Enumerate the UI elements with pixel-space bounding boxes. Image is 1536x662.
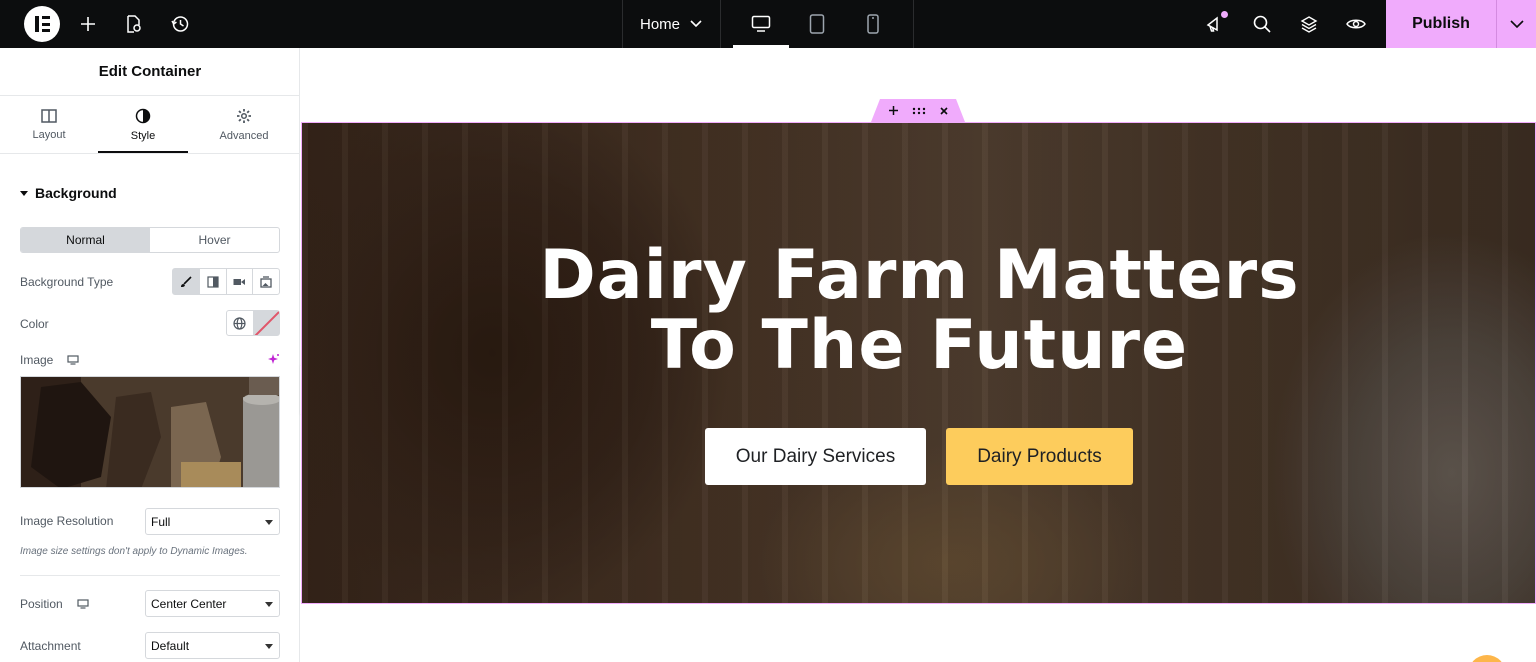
- caret-down-icon: [20, 190, 28, 196]
- image-resolution-select[interactable]: Full: [145, 508, 280, 535]
- bg-gradient-button[interactable]: [200, 269, 227, 294]
- chevron-down-icon: [1509, 20, 1524, 28]
- panel-title: Edit Container: [0, 48, 299, 96]
- structure-icon[interactable]: [1297, 12, 1321, 36]
- notification-dot: [1221, 11, 1228, 18]
- divider: [913, 0, 914, 48]
- normal-state-button[interactable]: Normal: [21, 228, 150, 252]
- position-label: Position: [20, 597, 63, 611]
- video-icon: [233, 278, 246, 285]
- publish-options-button[interactable]: [1496, 0, 1536, 48]
- container-handle[interactable]: [871, 99, 965, 122]
- globe-icon: [233, 316, 246, 330]
- search-icon[interactable]: [1250, 12, 1274, 36]
- attachment-label: Attachment: [20, 639, 81, 653]
- our-dairy-services-button[interactable]: Our Dairy Services: [705, 428, 926, 485]
- brush-icon: [180, 275, 192, 287]
- global-colors-button[interactable]: [227, 311, 253, 335]
- state-toggle: Normal Hover: [20, 227, 280, 253]
- chevron-down-icon: [690, 20, 702, 28]
- tab-layout-label: Layout: [32, 129, 66, 141]
- slideshow-icon: [260, 275, 272, 288]
- drag-handle-icon[interactable]: [912, 107, 926, 115]
- hover-state-button[interactable]: Hover: [150, 228, 279, 252]
- background-type-control: [172, 268, 280, 295]
- history-icon[interactable]: [168, 12, 192, 36]
- tab-layout[interactable]: Layout: [0, 96, 98, 154]
- mobile-icon[interactable]: [861, 12, 885, 36]
- gradient-icon: [207, 275, 219, 288]
- ai-sparkle-icon[interactable]: [266, 353, 280, 372]
- divider: [720, 0, 721, 48]
- background-type-label: Background Type: [20, 275, 114, 289]
- color-swatch[interactable]: [252, 311, 279, 335]
- page-selector-label: Home: [640, 15, 681, 33]
- dairy-products-button[interactable]: Dairy Products: [946, 428, 1133, 485]
- tablet-icon[interactable]: [805, 12, 829, 36]
- add-icon[interactable]: [888, 106, 898, 115]
- add-icon[interactable]: [76, 12, 100, 36]
- attachment-select[interactable]: Default: [145, 632, 280, 659]
- page-selector[interactable]: Home: [640, 0, 702, 48]
- background-section-toggle[interactable]: Background: [20, 185, 117, 201]
- close-icon[interactable]: [939, 106, 948, 115]
- position-label-row: Position: [20, 597, 89, 611]
- layout-icon: [41, 109, 57, 123]
- divider: [622, 0, 623, 48]
- contrast-icon: [135, 108, 151, 124]
- tab-advanced-label: Advanced: [219, 130, 269, 142]
- dynamic-images-note: Image size settings don't apply to Dynam…: [20, 546, 248, 557]
- bg-classic-button[interactable]: [173, 269, 200, 294]
- publish-button[interactable]: Publish: [1386, 0, 1496, 48]
- elementor-logo-icon[interactable]: [24, 6, 60, 42]
- top-bar: Home Publish: [0, 0, 1536, 48]
- tab-style[interactable]: Style: [98, 96, 188, 154]
- editor-panel: Edit Container Layout Style Advanced Bac…: [0, 48, 300, 662]
- color-control: [226, 310, 280, 336]
- hero-container[interactable]: Dairy Farm Matters To The Future Our Dai…: [301, 122, 1536, 604]
- hero-heading-line-2: To The Future: [650, 306, 1189, 385]
- tab-style-label: Style: [130, 130, 156, 142]
- page-settings-icon[interactable]: [121, 12, 145, 36]
- preview-canvas: Dairy Farm Matters To The Future Our Dai…: [301, 48, 1536, 662]
- bg-slideshow-button[interactable]: [253, 269, 279, 294]
- divider: [0, 153, 299, 154]
- preview-icon[interactable]: [1344, 12, 1368, 36]
- divider: [20, 575, 280, 576]
- section-title: Background: [35, 185, 117, 201]
- position-select[interactable]: Center Center: [145, 590, 280, 617]
- active-tab-indicator: [98, 151, 188, 153]
- tab-advanced[interactable]: Advanced: [188, 96, 299, 154]
- image-label-row: Image: [20, 353, 79, 367]
- image-label: Image: [20, 353, 54, 367]
- hero-heading-line-1: Dairy Farm Matters: [539, 236, 1300, 315]
- hero-heading[interactable]: Dairy Farm Matters To The Future: [302, 236, 1535, 385]
- desktop-icon[interactable]: [77, 599, 89, 609]
- bg-video-button[interactable]: [227, 269, 254, 294]
- image-resolution-label: Image Resolution: [20, 514, 114, 528]
- color-label: Color: [20, 317, 49, 331]
- gear-icon: [237, 109, 251, 123]
- background-image-preview[interactable]: [20, 376, 280, 488]
- desktop-icon[interactable]: [749, 12, 773, 36]
- desktop-icon[interactable]: [67, 355, 79, 365]
